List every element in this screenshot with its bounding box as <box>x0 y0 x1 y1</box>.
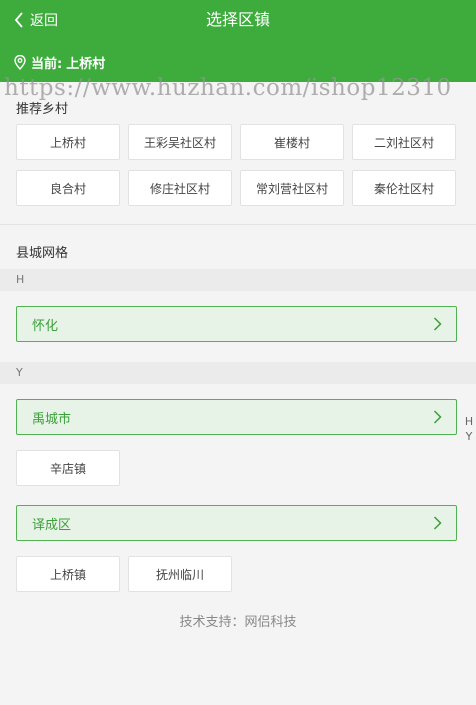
village-chip[interactable]: 上桥村 <box>16 124 120 160</box>
letter-header-y: Y <box>0 362 476 384</box>
location-pin-icon <box>14 54 26 70</box>
chevron-right-icon <box>433 317 442 331</box>
page-title: 选择区镇 <box>205 10 270 29</box>
header-bar: 返回 选择区镇 当前: 上桥村 <box>0 0 476 82</box>
back-button[interactable]: 返回 <box>14 9 58 31</box>
city-name: 禹城市 <box>32 411 72 427</box>
city-row-yucheng[interactable]: 禹城市 <box>16 399 457 435</box>
current-location: 当前: 上桥村 <box>14 52 105 72</box>
chevron-right-icon <box>433 410 442 424</box>
town-chip[interactable]: 辛店镇 <box>16 450 120 486</box>
village-chip[interactable]: 王彩吴社区村 <box>128 124 232 160</box>
village-chip[interactable]: 良合村 <box>16 170 120 206</box>
recommended-section-title: 推荐乡村 <box>16 102 69 117</box>
current-location-value: 上桥村 <box>66 56 106 72</box>
village-chip[interactable]: 秦伦社区村 <box>352 170 456 206</box>
chevron-right-icon <box>433 516 442 530</box>
city-name: 译成区 <box>32 517 72 533</box>
current-location-prefix: 当前: <box>31 56 63 72</box>
town-chip[interactable]: 上桥镇 <box>16 556 120 592</box>
index-letter-y[interactable]: Y <box>463 429 475 444</box>
town-chip[interactable]: 抚州临川 <box>128 556 232 592</box>
village-chip[interactable]: 修庄社区村 <box>128 170 232 206</box>
village-chip[interactable]: 二刘社区村 <box>352 124 456 160</box>
section-divider <box>0 224 476 225</box>
yicheng-towns: 上桥镇 抚州临川 <box>16 556 458 592</box>
city-row-huaihua[interactable]: 怀化 <box>16 306 457 342</box>
alphabet-index: H Y <box>463 414 475 444</box>
village-chip[interactable]: 崔楼村 <box>240 124 344 160</box>
city-name: 怀化 <box>32 318 59 334</box>
recommended-grid: 上桥村 王彩吴社区村 崔楼村 二刘社区村 良合村 修庄社区村 常刘营社区村 秦伦… <box>16 124 458 206</box>
back-label: 返回 <box>30 13 58 29</box>
footer-credit: 技术支持：网侣科技 <box>179 615 297 630</box>
village-chip[interactable]: 常刘营社区村 <box>240 170 344 206</box>
county-section-title: 县城网格 <box>16 246 69 261</box>
letter-header-h: H <box>0 269 476 291</box>
watermark-text: https://www.huzhan.com/ishop12310 <box>4 75 452 101</box>
chevron-left-icon <box>14 12 23 28</box>
index-letter-h[interactable]: H <box>463 414 475 429</box>
yucheng-towns: 辛店镇 <box>16 450 458 486</box>
city-row-yicheng[interactable]: 译成区 <box>16 505 457 541</box>
